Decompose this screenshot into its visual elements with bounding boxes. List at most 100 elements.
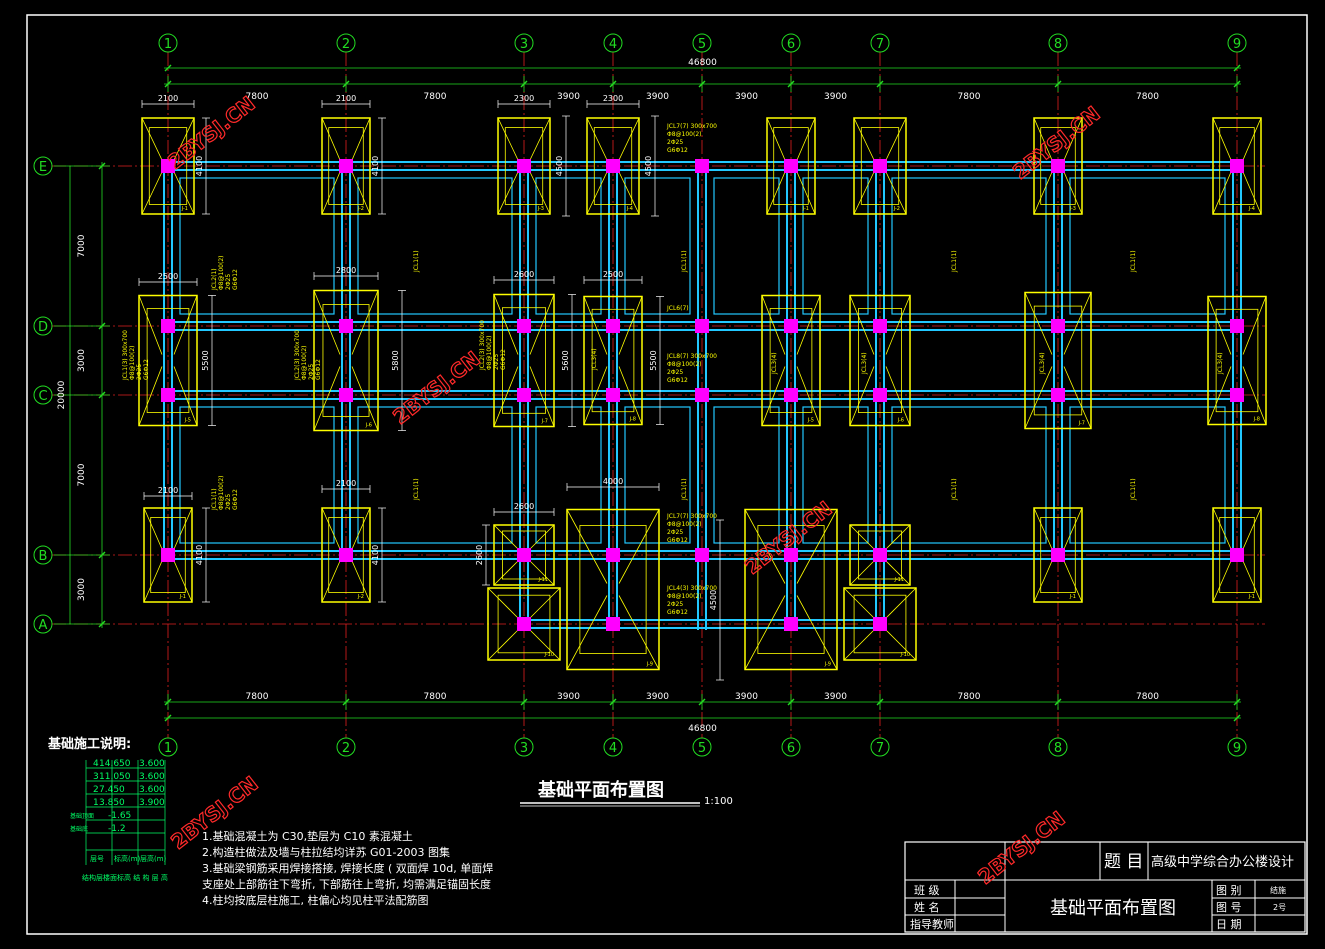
beam-label: G6Φ12: [667, 377, 688, 384]
footing-dim-text: 2100: [158, 94, 178, 103]
axis-label-8: 8: [1054, 741, 1062, 756]
beam-label: G6Φ12: [667, 537, 688, 544]
beam-label: Φ8@100(2): [301, 346, 308, 381]
beam-label: 2Φ25: [308, 364, 315, 380]
table-floor: 1: [93, 798, 99, 808]
footing-dim-text: 2600: [475, 545, 484, 565]
footing-dim-text: 2500: [158, 272, 178, 281]
beam-label: JCL4(3) 300x700: [666, 585, 717, 592]
column: [161, 319, 175, 333]
footing-dim-text: 5500: [649, 350, 658, 370]
beam-label: 2Φ25: [667, 139, 683, 146]
column: [695, 388, 709, 402]
beam-label: Φ8@100(2): [129, 346, 136, 381]
dimension-text: 7800: [1136, 92, 1159, 102]
dimension-text: 3900: [735, 92, 758, 102]
column: [339, 548, 353, 562]
beam-label: Φ8@100(2): [667, 361, 702, 368]
beam-label: JCL3(4): [1217, 352, 1224, 375]
beam-label: JCL6(7): [666, 305, 689, 312]
tb-topic: 高级中学综合办公楼设计: [1151, 854, 1294, 870]
footing-tag: J-9: [824, 662, 831, 668]
axis-label-5: 5: [698, 741, 706, 756]
column: [339, 319, 353, 333]
tb-name-label: 姓 名: [914, 900, 940, 914]
axis-label-7: 7: [876, 741, 884, 756]
axis-label-4: 4: [609, 741, 617, 756]
footing-tag: J-11: [894, 577, 904, 583]
axis-label-7: 7: [876, 37, 884, 52]
beam-label: JCL3(4): [861, 352, 868, 375]
beam-label: Φ8@100(2): [218, 256, 225, 291]
footing-tag: J-1: [179, 594, 186, 600]
table-floor: 2: [93, 785, 99, 795]
dimension-text: 3900: [557, 692, 580, 702]
beam-label: JCL7(7) 300x700: [666, 123, 717, 130]
table-elev: 14.650: [99, 759, 131, 769]
beam-label: JCL1(1): [681, 250, 688, 273]
beam-label: JCL2(3) 300x700: [294, 330, 301, 381]
axis-label-9: 9: [1233, 37, 1241, 52]
table-height: 3.600: [139, 772, 165, 782]
footing-dim-text: 2300: [514, 94, 534, 103]
column: [873, 159, 887, 173]
note-line: 支座处上部筋往下弯折, 下部筋往上弯折, 均需满足锚固长度: [202, 877, 491, 891]
footing-tag: J-7: [541, 419, 548, 425]
footing-dim-text: 5500: [201, 350, 210, 370]
drawing-title: 基础平面布置图: [537, 779, 664, 801]
tb-drawing-name: 基础平面布置图: [1050, 898, 1176, 919]
axis-label-8: 8: [1054, 37, 1062, 52]
beam-label: Φ8@100(2): [667, 593, 702, 600]
axis-label-E: E: [39, 160, 47, 175]
note-line: 1.基础混凝土为 C30,垫层为 C10 素混凝土: [202, 829, 413, 843]
column: [517, 319, 531, 333]
beam-label: 2Φ25: [225, 274, 232, 290]
note-line: 2.构造柱做法及墙与柱拉结均详苏 G01-2003 图集: [202, 845, 450, 859]
footing-dim-text: 2300: [603, 94, 623, 103]
footing-tag: J-8: [629, 417, 636, 423]
beam-label: Φ8@100(2): [486, 336, 493, 371]
dimension-text: 3000: [77, 578, 87, 601]
footing-tag: J-10: [900, 652, 910, 658]
beam-label: JCL1(1): [1130, 478, 1137, 501]
beam-label: JCL3(4): [1039, 352, 1046, 375]
beam-label: JCL1(1): [681, 478, 688, 501]
column: [1230, 319, 1244, 333]
footing-tag: J-9: [646, 662, 653, 668]
beam-label: JCL1(1): [413, 478, 420, 501]
drawing-scale: 1:100: [704, 796, 733, 807]
beam-label: 2Φ25: [225, 494, 232, 510]
table-floor: 3: [93, 772, 99, 782]
beam-label: JCL1(1): [413, 250, 420, 273]
column: [873, 617, 887, 631]
column: [606, 319, 620, 333]
dimension-text: 3900: [824, 92, 847, 102]
beam-label: 2Φ25: [667, 369, 683, 376]
beam-label: G6Φ12: [667, 609, 688, 616]
dimension-total: 20000: [57, 380, 67, 409]
footing-tag: J-5: [807, 418, 814, 424]
column: [784, 388, 798, 402]
column: [873, 388, 887, 402]
column: [1230, 548, 1244, 562]
dimension-text: 3900: [557, 92, 580, 102]
beam-label: 2Φ25: [667, 601, 683, 608]
beam-label: JCL1(1): [951, 478, 958, 501]
tb-number-label: 图 号: [1216, 901, 1242, 914]
dimension-text: 7800: [424, 692, 447, 702]
column: [161, 548, 175, 562]
beam-label: G6Φ12: [315, 359, 322, 380]
beam-label: JCL3(4): [591, 348, 598, 371]
beam-label: JCL3(4): [771, 352, 778, 375]
note-line: 4.柱均按底层柱施工, 柱偏心均见柱平法配筋图: [202, 893, 429, 907]
table-height: 3.600: [139, 785, 165, 795]
column: [606, 159, 620, 173]
table-floor: 基础顶面: [70, 812, 94, 820]
axis-label-1: 1: [164, 741, 172, 756]
footing-dim-text: 4000: [603, 477, 623, 486]
footing-tag: J-4: [1248, 206, 1255, 212]
axis-label-2: 2: [342, 741, 350, 756]
axis-label-B: B: [39, 549, 48, 564]
beam-label: Φ8@100(2): [218, 476, 225, 511]
tb-topic-label: 题 目: [1104, 852, 1143, 872]
